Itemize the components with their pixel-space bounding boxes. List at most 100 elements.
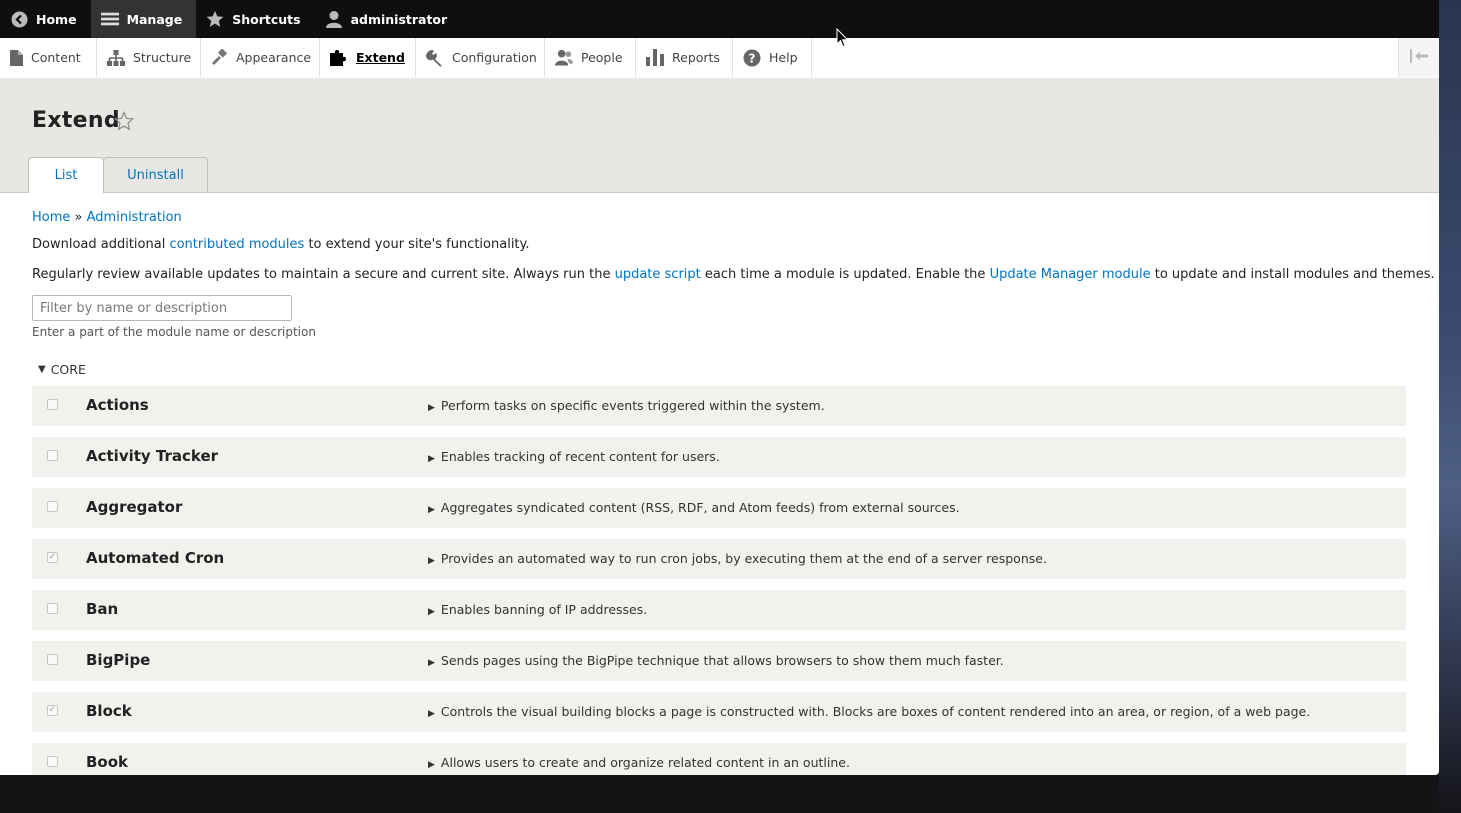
toolbar-manage-label: Manage [126,11,183,27]
tray-orientation-toggle[interactable] [1398,38,1439,77]
module-row: ✓ Block ▶ Controls the visual building bl… [32,692,1406,732]
module-description-text: Perform tasks on specific events trigger… [440,398,825,413]
page-header: Extend List Uninstall [0,78,1439,193]
page-title: Extend [32,108,120,133]
update-manager-link[interactable]: Update Manager module [990,267,1151,282]
module-description-text: Provides an automated way to run cron jo… [440,551,1047,566]
tray-item-content[interactable]: Content [0,38,97,77]
tray-item-extend[interactable]: Extend [320,38,416,77]
core-group-label: CORE [50,362,86,377]
toolbar-user[interactable]: administrator [315,0,462,38]
updates-text-end: to update and install modules and themes… [1150,267,1435,282]
download-text: Download additional [32,237,170,252]
module-description[interactable]: ▶ Enables tracking of recent content for … [428,449,720,464]
tray-item-help[interactable]: ? Help [733,38,812,77]
tray-item-people[interactable]: People [545,38,636,77]
tab-list[interactable]: List [28,157,104,193]
tab-uninstall[interactable]: Uninstall [103,157,208,192]
updates-text: Regularly review available updates to ma… [32,267,615,282]
module-description[interactable]: ▶ Controls the visual building blocks a p… [428,704,1310,719]
breadcrumb-home-link[interactable]: Home [32,210,70,225]
module-description[interactable]: ▶ Perform tasks on specific events trigge… [428,398,825,413]
module-description-text: Enables tracking of recent content for u… [440,449,720,464]
module-checkbox[interactable] [47,450,58,461]
triangle-right-icon: ▶ [428,505,435,515]
file-icon [10,49,23,67]
module-checkbox[interactable] [47,399,58,410]
triangle-right-icon: ▶ [428,607,435,617]
module-row: Aggregator ▶ Aggregates syndicated conten… [32,488,1406,528]
breadcrumb: Home » Administration [32,210,182,225]
back-arrow-icon [10,10,28,28]
triangle-right-icon: ▶ [428,709,435,719]
module-name[interactable]: Block [86,702,132,720]
toolbar-shortcuts[interactable]: Shortcuts [196,0,314,38]
module-row: Activity Tracker ▶ Enables tracking of re… [32,437,1406,477]
tray-item-label: Configuration [452,50,537,65]
module-row: BigPipe ▶ Sends pages using the BigPipe t… [32,641,1406,681]
module-name[interactable]: Ban [86,600,118,618]
tray-item-label: People [581,50,623,65]
tray-item-label: Appearance [236,50,312,65]
toolbar-home-label: Home [36,11,77,27]
download-text-end: to extend your site's functionality. [304,237,530,252]
tray-item-structure[interactable]: Structure [97,38,201,77]
module-checkbox[interactable] [47,756,58,767]
hamburger-icon [100,10,119,28]
toolbar-manage[interactable]: Manage [90,0,197,38]
module-description[interactable]: ▶ Aggregates syndicated content (RSS, RDF… [428,500,960,515]
contributed-modules-link[interactable]: contributed modules [169,237,304,252]
toolbar-user-label: administrator [350,11,448,27]
svg-text:?: ? [749,51,756,65]
module-row: ✓ Automated Cron ▶ Provides an automated … [32,539,1406,579]
module-description[interactable]: ▶ Allows users to create and organize rel… [428,755,850,770]
triangle-down-icon: ▼ [38,364,46,375]
desktop-dock-area [0,775,1439,813]
module-description[interactable]: ▶ Provides an automated way to run cron j… [428,551,1047,566]
tray-item-label: Help [769,50,798,65]
toolbar-home[interactable]: Home [0,0,91,38]
browser-window: Home Manage Shortcuts administrator Cont… [0,0,1439,775]
module-filter-input[interactable] [32,295,292,321]
updates-paragraph: Regularly review available updates to ma… [32,267,1435,282]
admin-toolbar: Home Manage Shortcuts administrator [0,0,1439,38]
tray-item-configuration[interactable]: Configuration [416,38,545,77]
triangle-right-icon: ▶ [428,403,435,413]
module-checkbox[interactable] [47,654,58,665]
toolbar-shortcuts-label: Shortcuts [232,11,301,27]
bar-chart-icon [646,49,664,67]
module-name[interactable]: Actions [86,396,149,414]
module-description-text: Aggregates syndicated content (RSS, RDF,… [440,500,960,515]
tray-item-label: Reports [672,50,720,65]
module-description[interactable]: ▶ Sends pages using the BigPipe technique… [428,653,1004,668]
updates-text-middle: each time a module is updated. Enable th… [700,267,990,282]
module-name[interactable]: Activity Tracker [86,447,218,465]
breadcrumb-separator: » [74,210,83,225]
filter-help-text: Enter a part of the module name or descr… [32,325,316,339]
download-paragraph: Download additional contributed modules … [32,237,530,252]
module-name[interactable]: Aggregator [86,498,182,516]
module-description-text: Allows users to create and organize rela… [440,755,850,770]
breadcrumb-administration-link[interactable]: Administration [87,210,182,225]
module-row: Ban ▶ Enables banning of IP addresses. [32,590,1406,630]
tray-item-label: Structure [133,50,192,65]
module-name[interactable]: Book [86,753,128,771]
module-name[interactable]: BigPipe [86,651,150,669]
people-icon [555,49,573,67]
update-script-link[interactable]: update script [615,267,701,282]
wrench-icon [426,49,444,67]
module-checkbox[interactable] [47,603,58,614]
tray-item-reports[interactable]: Reports [636,38,733,77]
mouse-cursor-icon [836,27,850,48]
module-name[interactable]: Automated Cron [86,549,224,567]
add-shortcut-star-icon[interactable] [113,110,135,131]
module-description[interactable]: ▶ Enables banning of IP addresses. [428,602,647,617]
module-checkbox[interactable] [47,501,58,512]
tray-item-appearance[interactable]: Appearance [201,38,320,77]
module-row: Book ▶ Allows users to create and organiz… [32,743,1406,775]
core-group-toggle[interactable]: ▼ CORE [38,362,86,377]
triangle-right-icon: ▶ [428,658,435,668]
module-description-text: Controls the visual building blocks a pa… [440,704,1311,719]
puzzle-icon [330,49,348,67]
help-icon: ? [743,49,761,67]
